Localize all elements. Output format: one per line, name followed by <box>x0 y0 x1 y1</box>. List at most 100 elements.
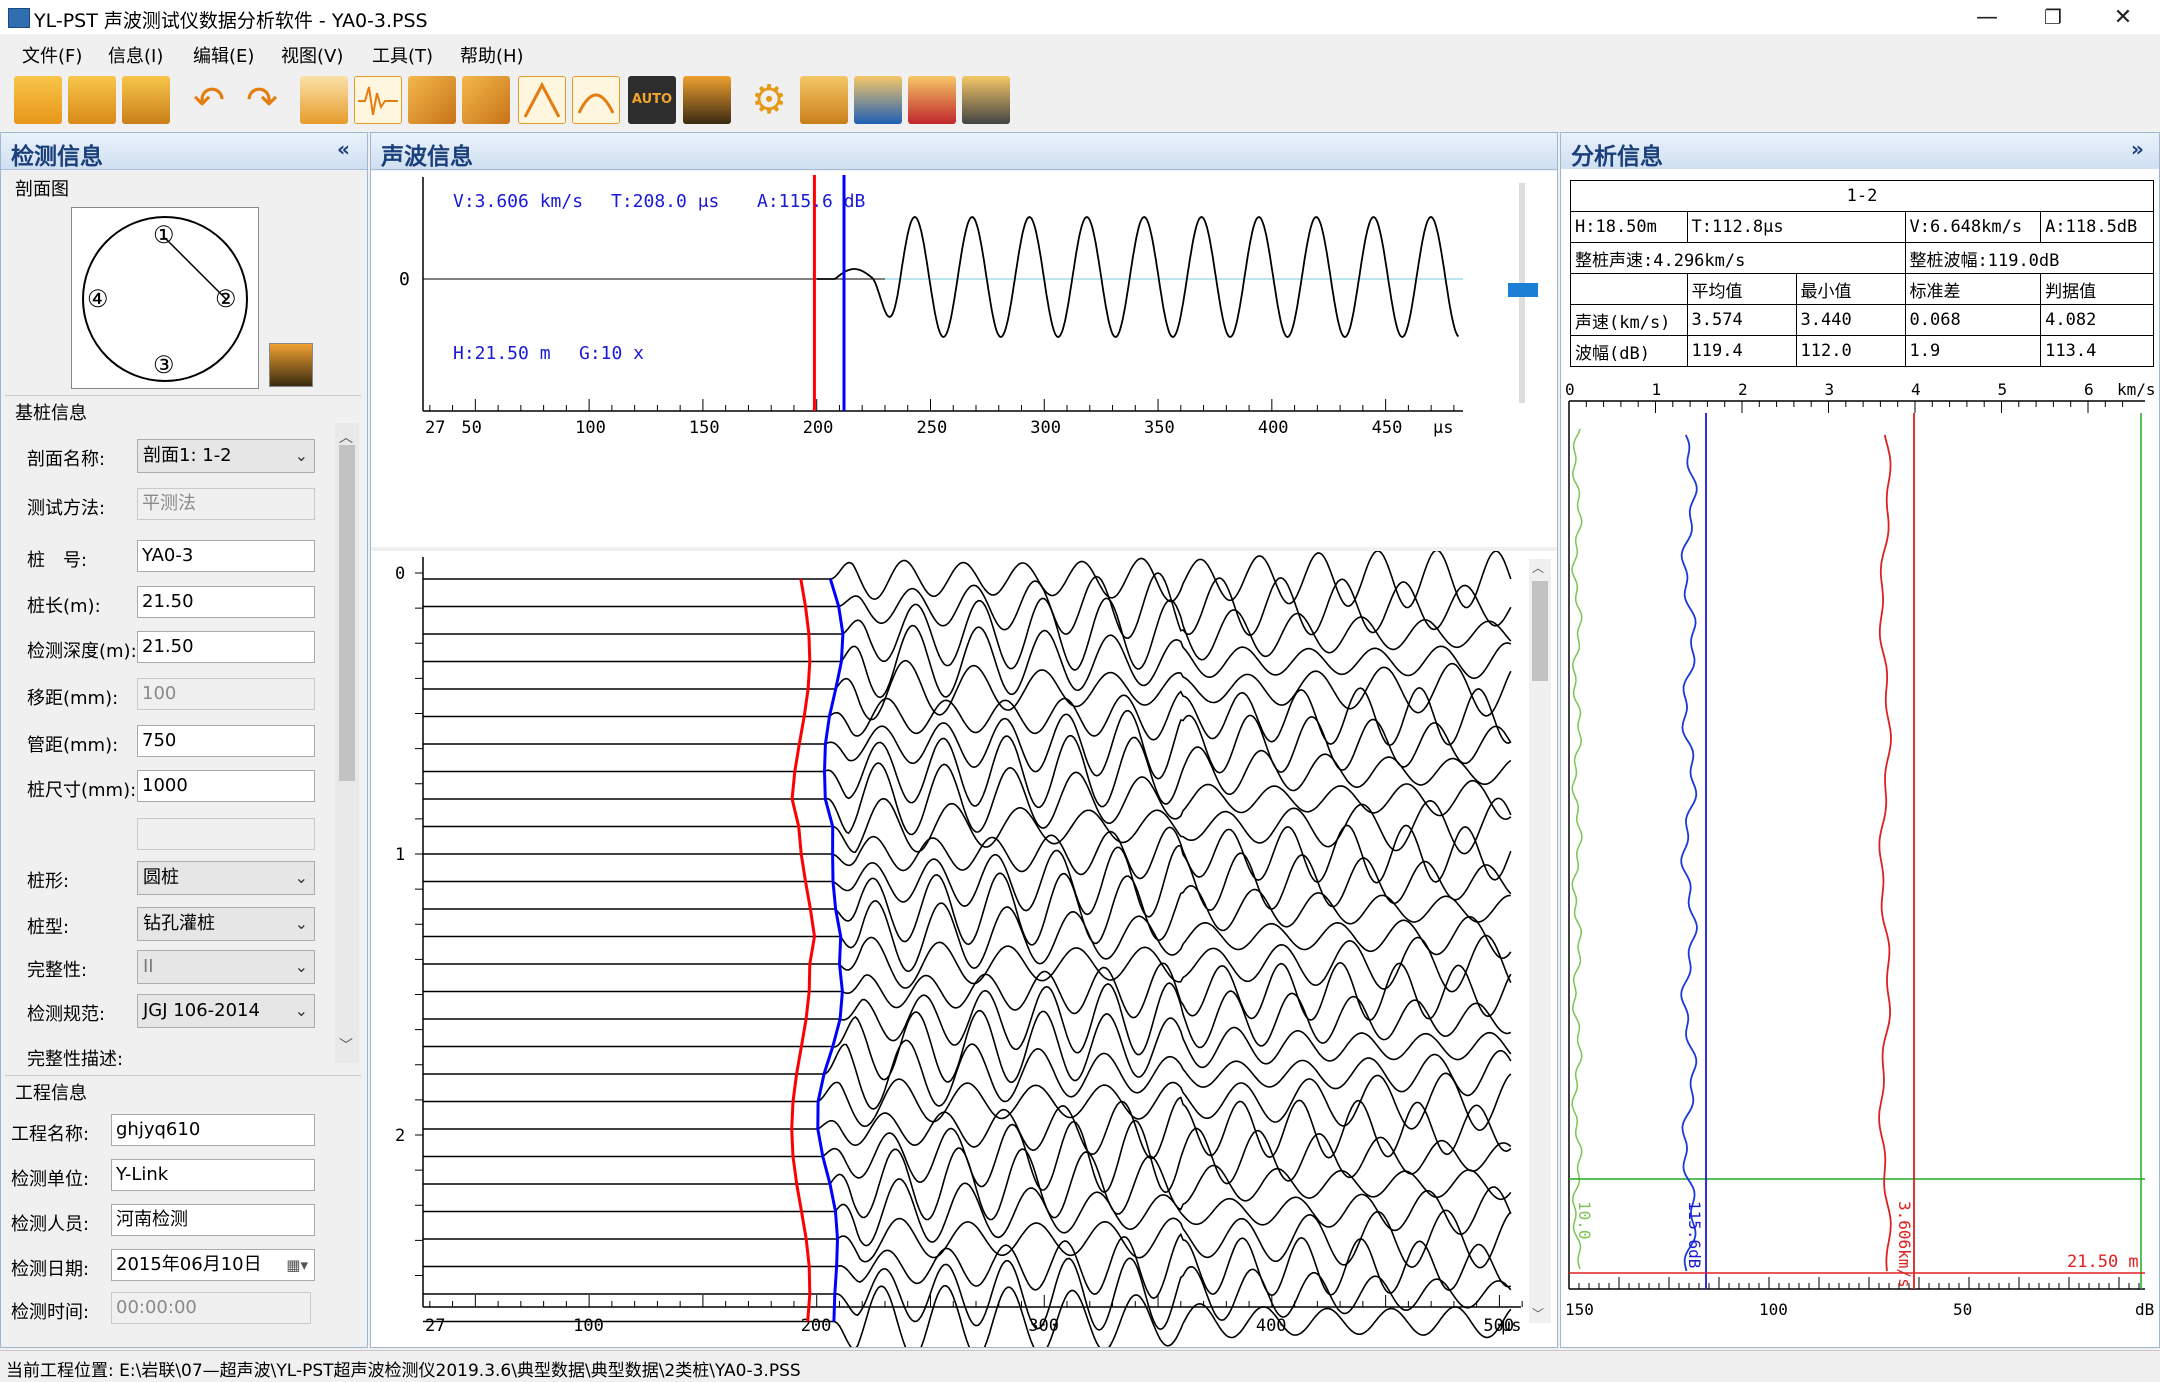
scroll-thumb[interactable] <box>339 445 355 781</box>
open-folder-icon[interactable] <box>14 76 62 124</box>
detection-info-header: 检测信息 « <box>1 133 367 170</box>
trace-waveform <box>423 1039 1512 1110</box>
single-wave-view[interactable]: 27 50 100 150 200 250 300 350 400 450 μs V:3.606 k… <box>371 171 1557 547</box>
save-as-icon[interactable] <box>122 76 170 124</box>
project-name-field[interactable]: ghjyq610 <box>111 1114 315 1146</box>
menu-edit[interactable]: 编辑(E) <box>193 42 254 68</box>
trace-waveform <box>423 1232 1512 1300</box>
trace-waveform <box>423 1119 1512 1194</box>
pile-edit-icon[interactable] <box>408 76 456 124</box>
trace-waveform <box>423 961 1512 1022</box>
cell-a: A:118.5dB <box>2040 211 2154 243</box>
trace-waveform <box>423 549 1512 609</box>
pipe-distance-field[interactable]: 750 <box>137 725 315 757</box>
test-time-field: 00:00:00 <box>111 1292 311 1324</box>
speed-criterion: 4.082 <box>2040 304 2154 336</box>
speed-tick-label: 0 <box>1565 380 1575 399</box>
test-person-field[interactable]: 河南检测 <box>111 1204 315 1236</box>
pile-shape-select[interactable]: 圆桩 ⌄ <box>137 861 315 895</box>
depth-readout: H:21.50 m <box>453 343 551 364</box>
toolbar: ↶ ↷ AUTO ⚙ <box>0 72 2160 133</box>
settings-icon[interactable]: ⚙ <box>745 76 793 124</box>
test-unit-label: 检测单位: <box>11 1169 90 1190</box>
gain-readout: G:10 x <box>579 343 645 364</box>
gain-slider-thumb[interactable] <box>1508 283 1538 297</box>
scroll-down-icon[interactable]: ﹀ <box>1532 1305 1544 1322</box>
trace-waveform <box>423 709 1512 780</box>
first-arrival-line <box>790 578 817 1322</box>
minimize-button[interactable]: — <box>1960 0 2014 34</box>
people-icon[interactable] <box>683 76 731 124</box>
test-date-picker[interactable]: 2015年06月10日 ▦▾ <box>111 1249 315 1281</box>
import-icon[interactable] <box>300 76 348 124</box>
amp-tick-label: 150 <box>1565 1300 1594 1319</box>
amp-criterion: 113.4 <box>2040 335 2154 367</box>
trace-scrollbar[interactable]: ︿ ﹀ <box>1529 559 1551 1323</box>
test-method-label: 测试方法: <box>27 498 106 519</box>
camera-settings-icon[interactable] <box>800 76 848 124</box>
speed-tick-label: 3 <box>1825 380 1835 399</box>
pile-type-label: 桩型: <box>27 917 70 938</box>
peak-down-icon[interactable] <box>572 76 620 124</box>
test-date-label: 检测日期: <box>11 1259 90 1280</box>
amp-tick-label: 100 <box>1759 1300 1788 1319</box>
integrity-desc-label: 完整性描述: <box>27 1049 124 1070</box>
time-tick-label: 300 <box>1030 418 1061 438</box>
test-method-field: 平测法 <box>137 488 315 520</box>
profile-select-icon[interactable] <box>269 343 313 387</box>
menu-file[interactable]: 文件(F) <box>22 42 82 68</box>
save-icon[interactable] <box>68 76 116 124</box>
auto-icon[interactable]: AUTO <box>628 76 676 124</box>
title-bar: YL-PST 声波测试仪数据分析软件 - YA0-3.PSS — ❐ ✕ <box>0 0 2160 34</box>
pile-no-field[interactable]: YA0-3 <box>137 540 315 572</box>
menu-info[interactable]: 信息(I) <box>108 42 163 68</box>
trace-waveform <box>423 844 1512 918</box>
pile-length-field[interactable]: 21.50 <box>137 586 315 618</box>
scroll-up-icon[interactable]: ︿ <box>339 427 353 447</box>
pile-type-select[interactable]: 钻孔灌桩 ⌄ <box>137 907 315 941</box>
restore-button[interactable]: ❐ <box>2026 0 2080 34</box>
menu-help[interactable]: 帮助(H) <box>460 42 524 68</box>
pile-edit-2-icon[interactable] <box>462 76 510 124</box>
pile-size-field[interactable]: 1000 <box>137 770 315 802</box>
scroll-up-icon[interactable]: ︿ <box>1532 559 1544 576</box>
calendar-icon[interactable]: ▦▾ <box>286 1250 308 1280</box>
scroll-down-icon[interactable]: ﹀ <box>339 1035 353 1055</box>
waveform-icon[interactable] <box>354 76 402 124</box>
sonic-info-panel: 声波信息 27 50 100 150 200 250 300 350 400 450 μs V:3.… <box>370 132 1558 1359</box>
menu-tools[interactable]: 工具(T) <box>372 42 433 68</box>
trace-waveform <box>423 1178 1512 1247</box>
pdf-export-icon[interactable] <box>908 76 956 124</box>
undo-icon[interactable]: ↶ <box>185 76 233 124</box>
test-unit-field[interactable]: Y-Link <box>111 1159 315 1191</box>
project-name-label: 工程名称: <box>11 1124 90 1145</box>
redo-icon[interactable]: ↷ <box>238 76 286 124</box>
time-tick-label: 27 <box>425 418 445 438</box>
trace-stack-view[interactable]: 27 100 200 300 400 500 μs 0 1 2 ︿ ﹀ <box>371 549 1557 1359</box>
scroll-thumb[interactable] <box>1532 581 1548 681</box>
cell-whole-speed: 整桩声速:4.296km/s <box>1570 242 1906 274</box>
speed-tick-label: 1 <box>1652 380 1662 399</box>
test-person-label: 检测人员: <box>11 1214 90 1235</box>
close-button[interactable]: ✕ <box>2096 0 2150 34</box>
peak-up-icon[interactable] <box>518 76 566 124</box>
pile-info-scrollbar[interactable]: ︿ ﹀ <box>335 423 359 1063</box>
time-readout: T:208.0 μs <box>611 191 720 212</box>
time-tick-label: 350 <box>1144 418 1175 438</box>
trace-waveform <box>423 735 1512 809</box>
batch-settings-icon[interactable] <box>962 76 1010 124</box>
integrity-select[interactable]: II ⌄ <box>137 950 315 984</box>
profile-name-select[interactable]: 剖面1: 1-2 ⌄ <box>137 439 315 473</box>
word-export-icon[interactable] <box>854 76 902 124</box>
menu-view[interactable]: 视图(V) <box>281 42 343 68</box>
analysis-info-header: 分析信息 » <box>1561 133 2159 170</box>
speed-tick-label: 5 <box>1998 380 2008 399</box>
green-curve <box>1571 428 1583 1270</box>
collapse-left-button[interactable]: « <box>337 137 350 161</box>
standard-label: 检测规范: <box>27 1004 106 1025</box>
test-depth-field[interactable]: 21.50 <box>137 631 315 663</box>
collapse-right-button[interactable]: » <box>2131 137 2144 161</box>
project-path: 当前工程位置: E:\岩联\07—超声波\YL-PST超声波检测仪2019.3.… <box>6 1361 801 1381</box>
trace-waveform <box>423 597 1512 671</box>
standard-select[interactable]: JGJ 106-2014 ⌄ <box>137 994 315 1028</box>
